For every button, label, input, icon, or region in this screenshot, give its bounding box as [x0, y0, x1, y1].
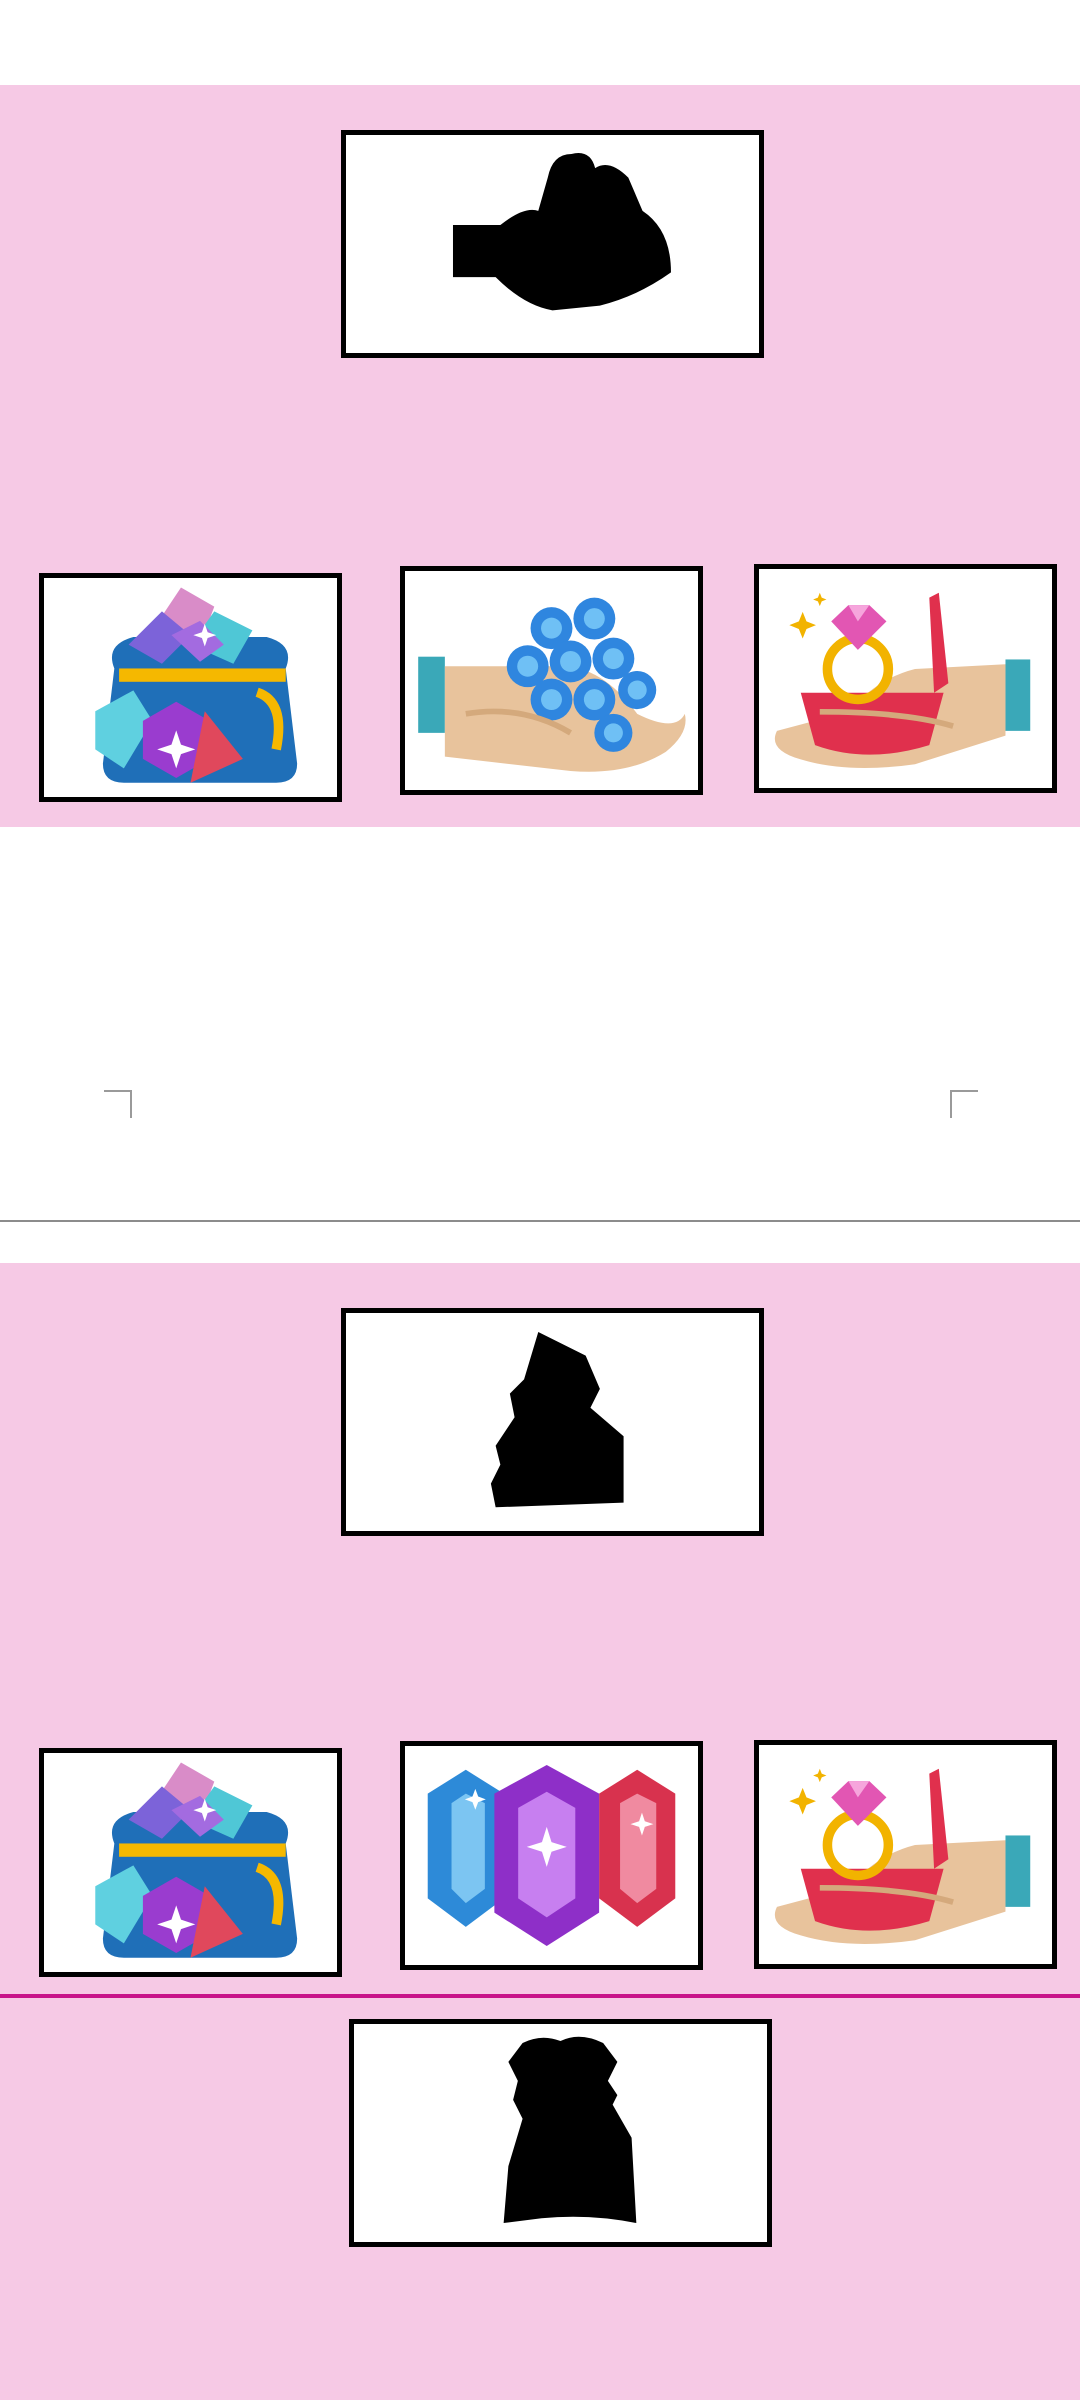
corner-mark-left [104, 1090, 132, 1118]
target-silhouette-card [341, 130, 764, 358]
choice-card-gem-bag[interactable] [39, 573, 342, 802]
accent-divider [0, 1994, 1080, 1998]
puzzle-panel-2 [0, 1263, 1080, 2400]
hand-ring-box-icon [759, 569, 1052, 788]
gem-bag-icon [44, 578, 337, 797]
gem-bag-icon [44, 1753, 337, 1972]
hand-gems-silhouette-icon [346, 135, 759, 353]
page-divider [0, 1220, 1080, 1222]
corner-mark-right [950, 1090, 978, 1118]
three-gems-icon [405, 1746, 698, 1965]
ring-box-silhouette-icon [354, 2024, 767, 2242]
choice-card-hand-ring-box[interactable] [754, 564, 1057, 793]
target-silhouette-card [341, 1308, 764, 1536]
puzzle-panel-1 [0, 85, 1080, 827]
target-silhouette-card [349, 2019, 772, 2247]
hand-blue-gems-icon [405, 571, 698, 790]
top-spacer [0, 0, 1080, 85]
choice-card-hand-blue-gems[interactable] [400, 566, 703, 795]
choice-card-hand-ring-box[interactable] [754, 1740, 1057, 1969]
choice-card-three-gems[interactable] [400, 1741, 703, 1970]
gem-bag-silhouette-icon [346, 1313, 759, 1531]
choice-card-gem-bag[interactable] [39, 1748, 342, 1977]
hand-ring-box-icon [759, 1745, 1052, 1964]
